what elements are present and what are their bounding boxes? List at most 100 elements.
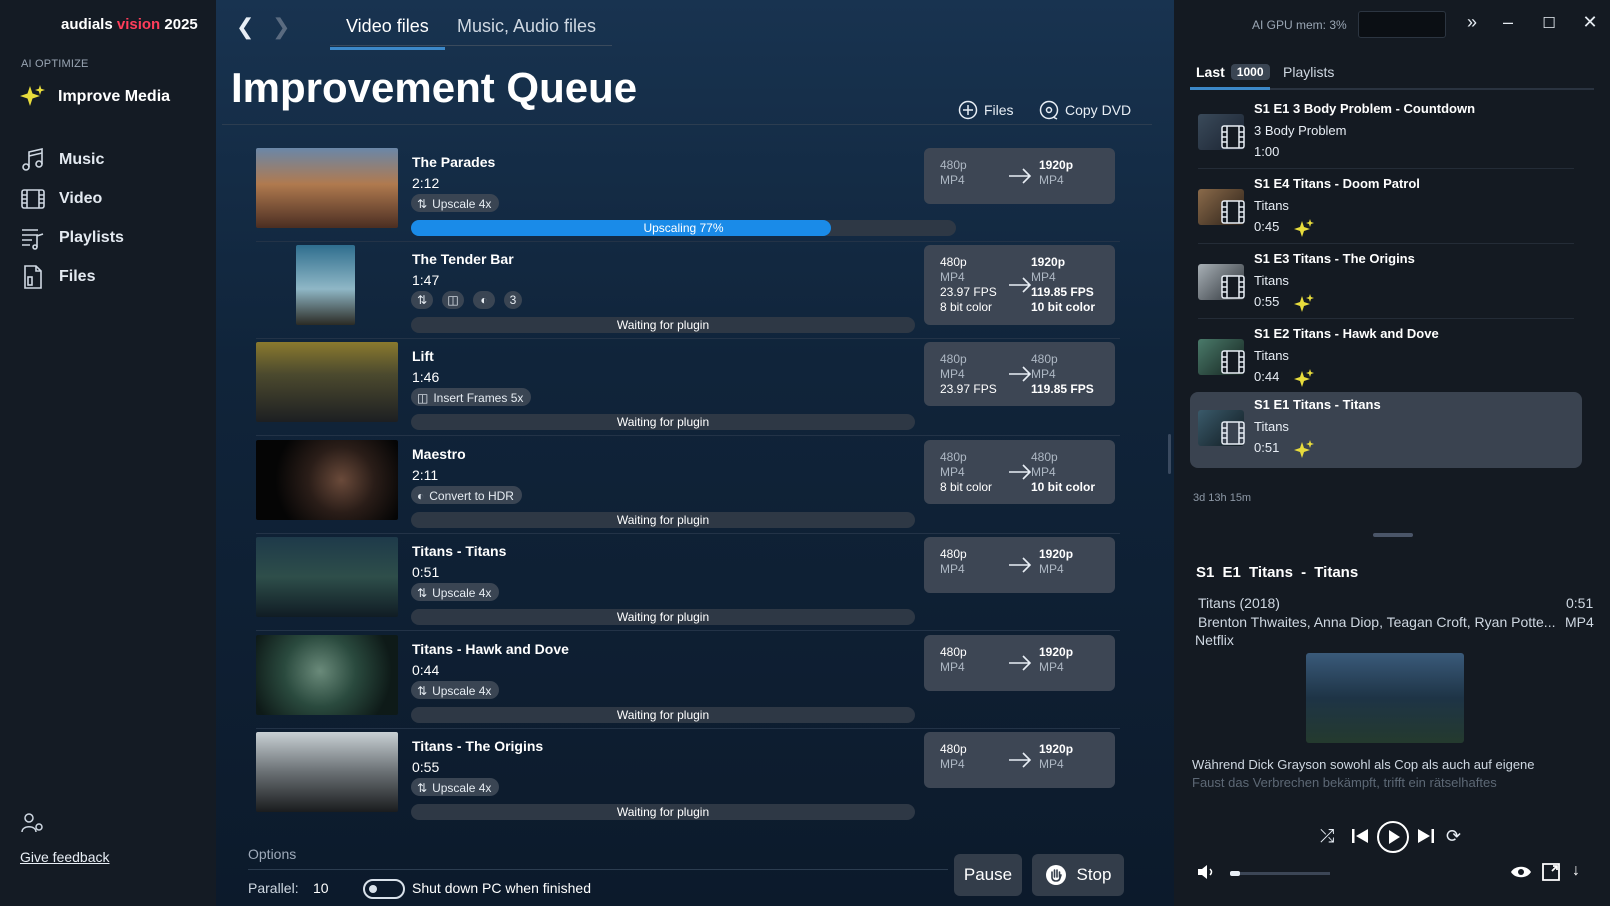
queue-item[interactable]: Lift 1:46 ◫ Insert Frames 5x Waiting for … (256, 342, 1120, 442)
video-thumbnail (256, 635, 398, 715)
queue-item-duration: 2:11 (412, 467, 439, 483)
view-toggle-button[interactable] (1510, 862, 1532, 882)
detail-network: Netflix (1195, 632, 1234, 648)
sidebar-item-video[interactable]: Video (20, 186, 102, 212)
chip-label: Upscale 4x (432, 780, 492, 795)
maximize-button[interactable]: ☐ (1537, 14, 1561, 32)
tab-music-audio-files[interactable]: Music, Audio files (441, 14, 612, 47)
source-resolution: 480p (940, 255, 967, 269)
target-resolution: 480p (1031, 352, 1058, 366)
back-button[interactable]: ❮ (236, 14, 254, 40)
shuffle-button[interactable]: ⤮ (1320, 826, 1334, 847)
hdr-chip[interactable]: ◐ (473, 291, 495, 309)
queue-item[interactable]: Titans - Hawk and Dove 0:44 ⇅ Upscale 4x … (256, 635, 1120, 735)
progress-label: Upscaling 77% (643, 221, 724, 235)
volume-slider[interactable] (1230, 872, 1330, 875)
upscale-chip[interactable]: ⇅ Upscale 4x (411, 583, 500, 601)
row-divider (256, 435, 1120, 436)
recent-item-selected[interactable]: S1 E1 Titans - Titans Titans 0:51 (1190, 392, 1582, 468)
sparkle-icon (1294, 369, 1314, 387)
target-color-depth: 10 bit color (1031, 300, 1096, 314)
minimize-icon: – (1502, 12, 1513, 32)
source-container: MP4 (940, 270, 965, 284)
stop-button[interactable]: Stop (1032, 854, 1124, 896)
chip-label: Upscale 4x (432, 585, 492, 600)
upscale-chip[interactable]: ⇅ Upscale 4x (411, 194, 500, 212)
sidebar-item-improve-media[interactable]: Improve Media (20, 84, 170, 110)
target-container: MP4 (1039, 660, 1064, 674)
repeat-icon: ⟳ (1446, 826, 1462, 846)
fullscreen-button[interactable] (1541, 862, 1561, 882)
queue-item[interactable]: The Parades 2:12 ⇅ Upscale 4x Upscaling 7… (256, 148, 1120, 248)
arrow-right-icon (1009, 557, 1032, 573)
sidebar-item-label: Video (59, 190, 103, 207)
palette-icon: ◐ (480, 293, 488, 307)
source-container: MP4 (940, 465, 965, 479)
queue-item[interactable]: Titans - Titans 0:51 ⇅ Upscale 4x Waiting… (256, 537, 1120, 637)
chevron-left-icon: ❮ (236, 14, 255, 39)
gpu-memory-label: AI GPU mem: 3% (1252, 18, 1347, 32)
recent-item[interactable]: S1 E1 3 Body Problem - Countdown 3 Body … (1190, 96, 1582, 169)
source-resolution: 480p (940, 742, 967, 756)
panel-resize-handle[interactable] (1373, 533, 1413, 537)
detail-duration: 0:51 (1566, 595, 1594, 611)
sparkle-icon (1294, 294, 1314, 312)
section-label: AI OPTIMIZE (21, 58, 89, 70)
insert-frames-chip[interactable]: ◫ Insert Frames 5x (411, 388, 532, 406)
recent-duration: 0:55 (1254, 294, 1280, 309)
eye-icon (1511, 866, 1531, 878)
status-label: Waiting for plugin (616, 415, 710, 429)
volume-slider-knob[interactable] (1230, 871, 1240, 876)
sidebar-item-music[interactable]: Music (20, 147, 104, 173)
queue-item-title: Lift (412, 348, 434, 364)
chip-count: 3 (504, 291, 522, 309)
arrow-right-icon (1009, 366, 1032, 382)
splitter-handle[interactable] (1168, 434, 1171, 474)
status-bar: Waiting for plugin (411, 512, 915, 528)
minimize-button[interactable]: – (1496, 12, 1520, 33)
app-logo: audials vision 2025 (61, 16, 198, 33)
volume-button[interactable] (1196, 862, 1216, 882)
feedback-icon (21, 813, 43, 833)
upscale-chip[interactable]: ⇅ Upscale 4x (411, 778, 500, 796)
tab-last[interactable]: Last 1000 (1196, 64, 1270, 80)
recent-item[interactable]: S1 E4 Titans - Doom Patrol Titans 0:45 (1190, 171, 1582, 244)
next-button[interactable] (1416, 826, 1436, 846)
detail-preview-image[interactable] (1306, 653, 1464, 743)
queue-item[interactable]: The Tender Bar 1:47 ⇅ ◫ ◐ 3 Waiting for … (256, 245, 1120, 345)
status-label: Waiting for plugin (616, 318, 710, 332)
upscale-chip[interactable]: ⇅ Upscale 4x (411, 681, 500, 699)
recent-duration: 0:44 (1254, 369, 1280, 384)
insert-frames-chip[interactable]: ◫ (442, 291, 464, 309)
upscale-chip[interactable]: ⇅ (411, 291, 433, 309)
recent-item[interactable]: S1 E2 Titans - Hawk and Dove Titans 0:44 (1190, 321, 1582, 393)
hdr-chip[interactable]: ◐ Convert to HDR (411, 486, 522, 504)
sidebar-item-files[interactable]: Files (20, 264, 95, 290)
target-fps: 119.85 FPS (1031, 285, 1094, 299)
parallel-value[interactable]: 10 (313, 880, 329, 896)
forward-button[interactable]: ❯ (272, 14, 290, 40)
close-button[interactable]: ✕ (1578, 12, 1602, 33)
copy-dvd-button[interactable]: Copy DVD (1039, 100, 1131, 120)
queue-item[interactable]: Titans - The Origins 0:55 ⇅ Upscale 4x Wa… (256, 732, 1120, 832)
shutdown-toggle[interactable] (363, 879, 405, 899)
format-box: 480p MP4 1920p MP4 (924, 635, 1115, 691)
upscale-icon: ⇅ (417, 683, 428, 698)
source-container: MP4 (940, 173, 965, 187)
video-thumbnail (256, 537, 398, 617)
status-label: Waiting for plugin (616, 610, 710, 624)
recent-item[interactable]: S1 E3 Titans - The Origins Titans 0:55 (1190, 246, 1582, 319)
play-button[interactable] (1376, 820, 1410, 854)
play-icon (1377, 821, 1409, 853)
pause-button[interactable]: Pause (954, 854, 1022, 896)
queue-item[interactable]: Maestro 2:11 ◐ Convert to HDR Waiting for… (256, 440, 1120, 540)
chip-count-label: 3 (509, 293, 517, 307)
collapse-button[interactable]: ↓ (1572, 862, 1580, 880)
add-files-button[interactable]: Files (958, 100, 1014, 120)
sidebar-item-playlists[interactable]: Playlists (20, 225, 124, 251)
expand-button[interactable]: » (1460, 12, 1484, 33)
feedback-link[interactable]: Give feedback (20, 812, 110, 865)
tab-playlists[interactable]: Playlists (1283, 64, 1334, 80)
previous-button[interactable] (1350, 826, 1370, 846)
repeat-button[interactable]: ⟳ (1446, 826, 1461, 847)
